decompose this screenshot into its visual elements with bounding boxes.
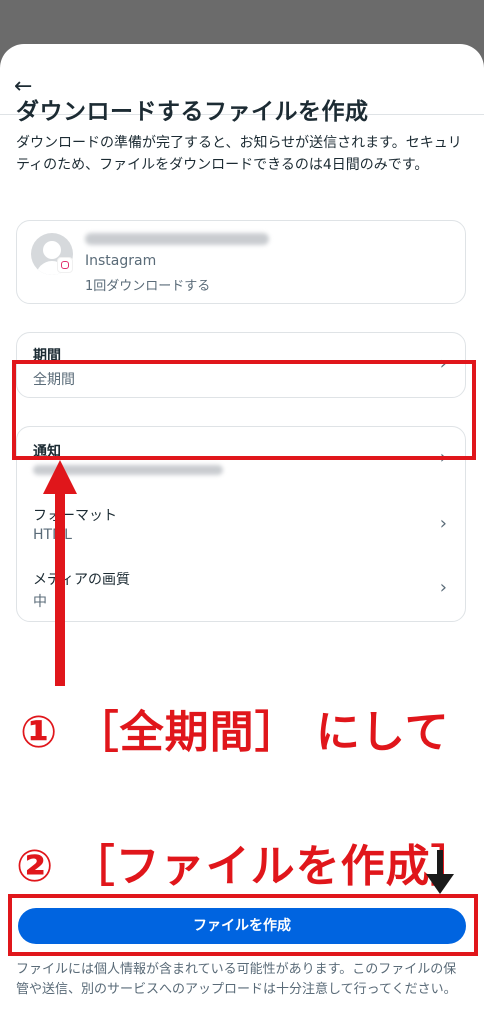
period-row[interactable]: 期間 全期間 ›: [16, 332, 466, 398]
format-value: HTML: [33, 527, 72, 543]
quality-value: 中: [33, 594, 47, 610]
account-card: Instagram 1回ダウンロードする: [16, 220, 466, 304]
annotation-step2: ② ［ファイルを作成］: [16, 841, 476, 892]
chevron-right-icon: ›: [439, 447, 447, 468]
page-description: ダウンロードの準備が完了すると、お知らせが送信されます。セキュリティのため、ファ…: [16, 135, 462, 173]
annotation-step1: ① ［全期間］ にして: [20, 707, 450, 758]
period-value: 全期間: [33, 372, 75, 388]
period-label: 期間: [33, 348, 61, 364]
settings-card: 通知 › フォーマット HTML › メディアの画質 中 ›: [16, 426, 466, 622]
footer-note: ファイルには個人情報が含まれている可能性があります。このファイルの保管や送信、別…: [16, 962, 457, 997]
account-name-blurred: [85, 233, 269, 245]
account-download-count: 1回ダウンロードする: [85, 279, 211, 294]
format-label: フォーマット: [33, 508, 117, 524]
notify-label: 通知: [33, 444, 61, 460]
chevron-right-icon: ›: [439, 353, 447, 374]
account-app: Instagram: [85, 253, 157, 269]
annotation-arrow-shaft: [55, 486, 65, 686]
create-file-button[interactable]: ファイルを作成: [18, 908, 466, 944]
instagram-icon: [57, 257, 73, 273]
annotation-arrow-down-shaft: [437, 850, 443, 876]
chevron-right-icon: ›: [439, 577, 447, 598]
page-title: ダウンロードするファイルを作成: [16, 99, 369, 125]
annotation-arrow-down-icon: [426, 874, 454, 894]
quality-label: メディアの画質: [33, 572, 131, 588]
chevron-right-icon: ›: [439, 513, 447, 534]
